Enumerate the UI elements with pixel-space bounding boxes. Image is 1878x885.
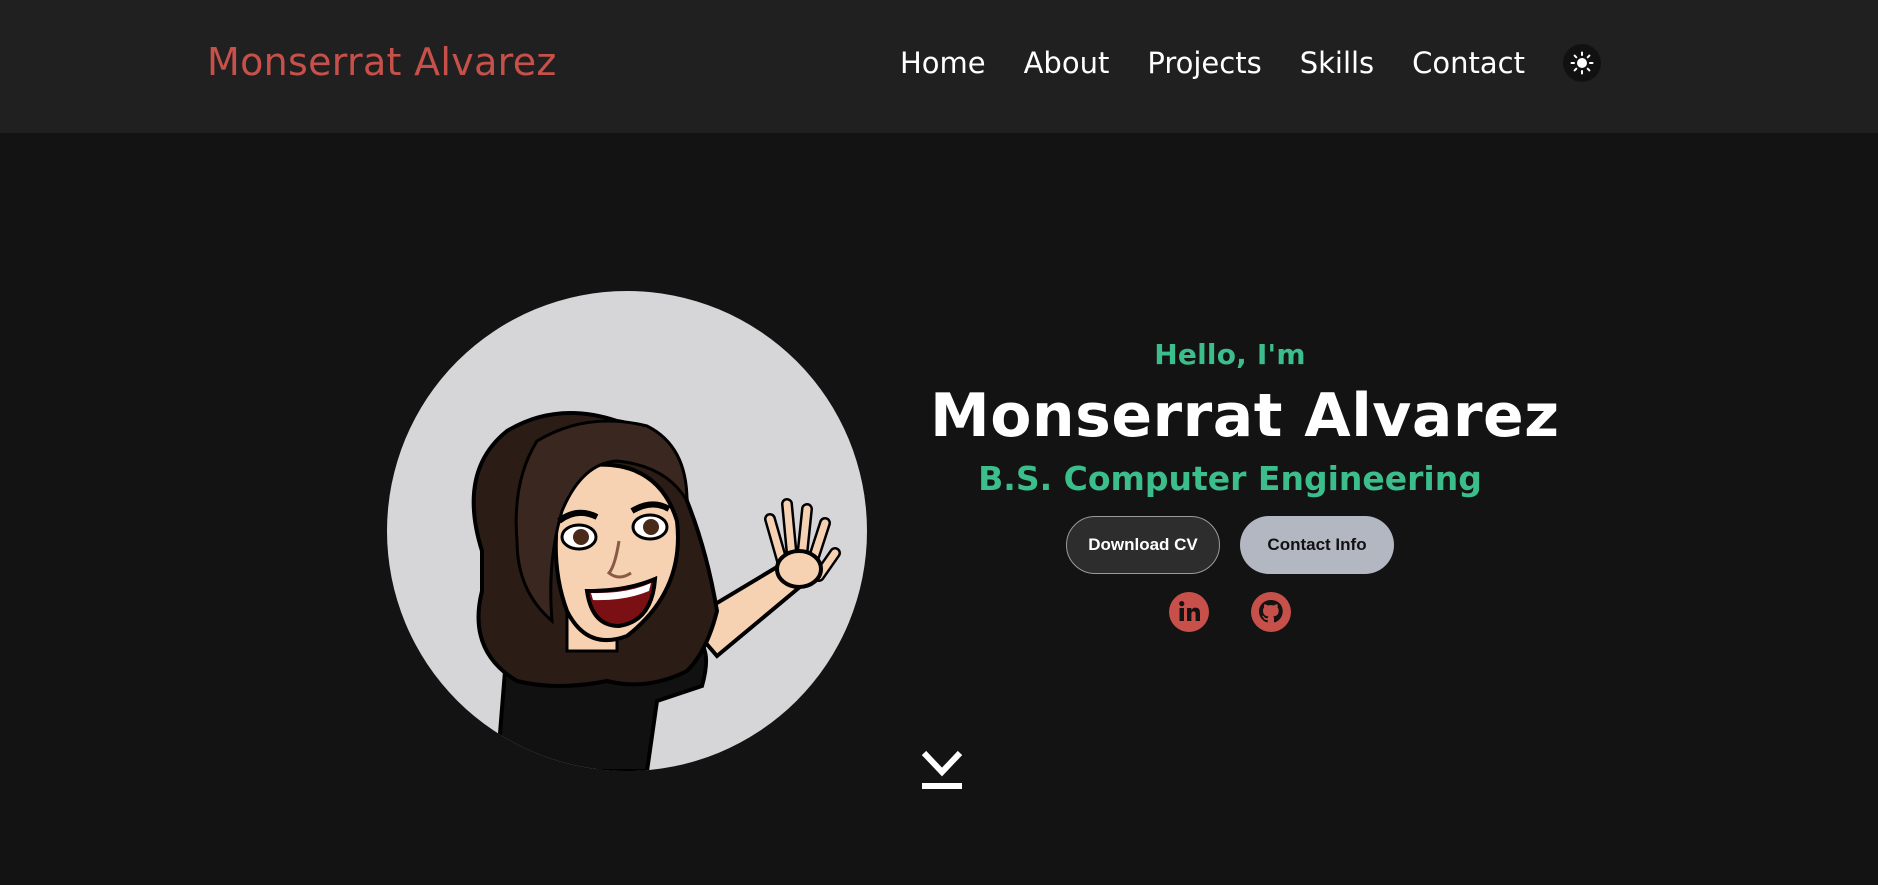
theme-toggle-button[interactable] [1563,44,1601,82]
navbar: Monserrat Alvarez Home About Projects Sk… [0,0,1878,133]
scroll-down-icon[interactable] [920,750,964,792]
nav-link-contact[interactable]: Contact [1412,46,1525,80]
social-links [930,592,1530,632]
contact-info-button[interactable]: Contact Info [1240,516,1394,574]
hero-degree: B.S. Computer Engineering [978,459,1482,498]
profile-avatar-image [387,291,867,771]
github-icon[interactable] [1251,592,1291,632]
nav-link-projects[interactable]: Projects [1147,46,1261,80]
nav-link-home[interactable]: Home [900,46,986,80]
download-cv-button[interactable]: Download CV [1066,516,1220,574]
nav-links: Home About Projects Skills Contact [900,44,1601,82]
nav-link-about[interactable]: About [1024,46,1110,80]
greeting: Hello, I'm [1154,338,1306,371]
hero-buttons: Download CV Contact Info [930,516,1530,574]
nav-link-skills[interactable]: Skills [1300,46,1374,80]
hero-name: Monserrat Alvarez [930,381,1560,451]
sun-icon [1570,51,1594,75]
brand-logo[interactable]: Monserrat Alvarez [207,40,557,84]
hero-text: Hello, I'm Monserrat Alvarez B.S. Comput… [930,338,1560,632]
linkedin-icon[interactable] [1169,592,1209,632]
